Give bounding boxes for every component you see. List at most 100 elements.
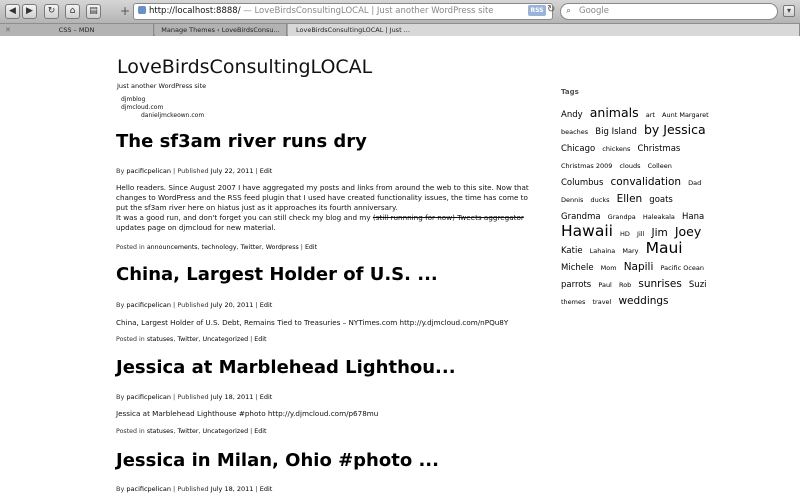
reload-button[interactable]: ↻ [44, 4, 59, 19]
tag-link[interactable]: Christmas 2009 [561, 162, 612, 170]
refresh-icon[interactable]: ↻ [547, 4, 555, 15]
tag-link[interactable]: Big Island [595, 127, 637, 137]
tag-link[interactable]: Michele [561, 263, 594, 273]
author-link[interactable]: pacificpelican [126, 301, 171, 309]
tag-link[interactable]: clouds [619, 162, 640, 170]
category-link[interactable]: Twitter [177, 336, 198, 343]
tag-link[interactable]: Andy [561, 110, 583, 120]
tag-link[interactable]: Grandpa [608, 213, 636, 221]
tag-link[interactable]: Hawaii [561, 222, 613, 240]
address-bar[interactable]: http://localhost:8888/ — LoveBirdsConsul… [133, 3, 553, 20]
tag-link[interactable]: Joey [675, 224, 701, 239]
post-title[interactable]: Jessica at Marblehead Lighthou... [116, 357, 456, 378]
menu-item-djmblog[interactable]: djmblog [121, 96, 204, 104]
add-bookmark-icon[interactable]: + [119, 5, 131, 18]
post-title[interactable]: Jessica in Milan, Ohio #photo ... [116, 450, 439, 471]
tag-link[interactable]: Pacific Ocean [661, 264, 705, 272]
tag-link[interactable]: Jim [651, 227, 667, 239]
tag-link[interactable]: animals [590, 105, 639, 120]
home-button[interactable]: ⌂ [65, 4, 80, 19]
category-link[interactable]: Twitter [241, 244, 262, 251]
tag-link[interactable]: convalidation [610, 176, 681, 188]
page-menu-button[interactable]: ▾ [783, 5, 795, 17]
tag-link[interactable]: Rob [619, 281, 631, 289]
tab-manage-themes[interactable]: Manage Themes ‹ LoveBirdsConsu... [155, 24, 287, 36]
search-input[interactable]: ⌕ Google [560, 3, 778, 20]
back-button[interactable]: ◀ [5, 4, 20, 19]
edit-link[interactable]: Edit [254, 336, 266, 343]
tag-link[interactable]: Dad [688, 179, 701, 187]
category-link[interactable]: Uncategorized [202, 336, 248, 343]
author-link[interactable]: pacificpelican [126, 393, 171, 401]
tag-link[interactable]: Columbus [561, 178, 603, 188]
tag-link[interactable]: parrots [561, 280, 591, 290]
rss-button[interactable]: RSS [528, 5, 546, 16]
published-label: Published [177, 301, 209, 309]
bookmark-button[interactable]: ▤ [86, 4, 101, 19]
post-title[interactable]: The sf3am river runs dry [116, 131, 367, 152]
tag-link[interactable]: Maui [646, 239, 683, 257]
tag-link[interactable]: chickens [602, 145, 630, 153]
post-excerpt: China, Largest Holder of U.S. Debt, Rema… [116, 318, 509, 327]
post-categories: Posted in statuses, Twitter, Uncategoriz… [116, 336, 267, 343]
edit-link[interactable]: Edit [305, 244, 317, 251]
tag-link[interactable]: Colleen [648, 162, 672, 170]
tag-link[interactable]: sunrises [638, 278, 681, 290]
site-title[interactable]: LoveBirdsConsultingLOCAL [117, 56, 372, 78]
category-link[interactable]: technology [202, 244, 237, 251]
tag-link[interactable]: Aunt Margaret [662, 111, 709, 119]
tag-link[interactable]: Paul [598, 281, 612, 289]
tag-link[interactable]: Dennis [561, 196, 583, 204]
date-link[interactable]: July 18, 2011 [211, 393, 254, 401]
tag-link[interactable]: Katie [561, 246, 583, 256]
category-link[interactable]: statuses [147, 428, 174, 435]
category-link[interactable]: Wordpress [266, 244, 299, 251]
tag-link[interactable]: Chicago [561, 144, 595, 154]
tag-link[interactable]: Ellen [617, 193, 643, 205]
tag-link[interactable]: weddings [618, 295, 668, 307]
tag-link[interactable]: Christmas [637, 144, 680, 154]
tag-link[interactable]: Hana [682, 212, 704, 222]
forward-button[interactable]: ▶ [22, 4, 37, 19]
tag-link[interactable]: art [646, 111, 655, 119]
date-link[interactable]: July 22, 2011 [211, 167, 254, 175]
edit-link[interactable]: Edit [260, 301, 273, 309]
text: It was a good run, and don't forget you … [116, 213, 373, 222]
tag-link[interactable]: Mom [601, 264, 617, 272]
edit-link[interactable]: Edit [260, 167, 273, 175]
tag-link[interactable]: by Jessica [644, 122, 706, 137]
tag-link[interactable]: travel [592, 298, 611, 306]
tag-link[interactable]: themes [561, 298, 585, 306]
tag-link[interactable]: Jill [637, 230, 644, 238]
post-title[interactable]: China, Largest Holder of U.S. ... [116, 264, 438, 285]
tag-link[interactable]: Napili [624, 261, 654, 273]
tab-lovebirds[interactable]: LoveBirdsConsultingLOCAL | Just ... [288, 24, 800, 36]
category-link[interactable]: Twitter [177, 428, 198, 435]
menu-item-danieljmckeown[interactable]: danieljmckeown.com [121, 112, 204, 120]
tag-link[interactable]: goats [649, 195, 673, 205]
author-link[interactable]: pacificpelican [126, 485, 171, 493]
tag-link[interactable]: Haleakala [643, 213, 675, 221]
tag-link[interactable]: Grandma [561, 212, 601, 222]
post-categories: Posted in statuses, Twitter, Uncategoriz… [116, 428, 267, 435]
separator: | [173, 393, 176, 401]
tag-link[interactable]: Lahaina [590, 247, 616, 255]
published-label: Published [177, 167, 209, 175]
tab-css-mdn[interactable]: ✕ CSS – MDN [0, 24, 154, 36]
category-link[interactable]: announcements [147, 244, 198, 251]
tag-link[interactable]: HD [620, 230, 630, 238]
category-link[interactable]: Uncategorized [202, 428, 248, 435]
tag-link[interactable]: Suzi [689, 280, 707, 290]
tag-link[interactable]: Mary [622, 247, 638, 255]
close-tab-icon[interactable]: ✕ [5, 24, 11, 36]
tag-link[interactable]: beaches [561, 128, 588, 136]
tag-link[interactable]: ducks [591, 196, 610, 204]
menu-item-djmcloud[interactable]: djmcloud.com [121, 104, 204, 112]
date-link[interactable]: July 20, 2011 [211, 301, 254, 309]
edit-link[interactable]: Edit [260, 393, 273, 401]
category-link[interactable]: statuses [147, 336, 174, 343]
date-link[interactable]: July 18, 2011 [211, 485, 254, 493]
edit-link[interactable]: Edit [260, 485, 273, 493]
edit-link[interactable]: Edit [254, 428, 266, 435]
author-link[interactable]: pacificpelican [126, 167, 171, 175]
